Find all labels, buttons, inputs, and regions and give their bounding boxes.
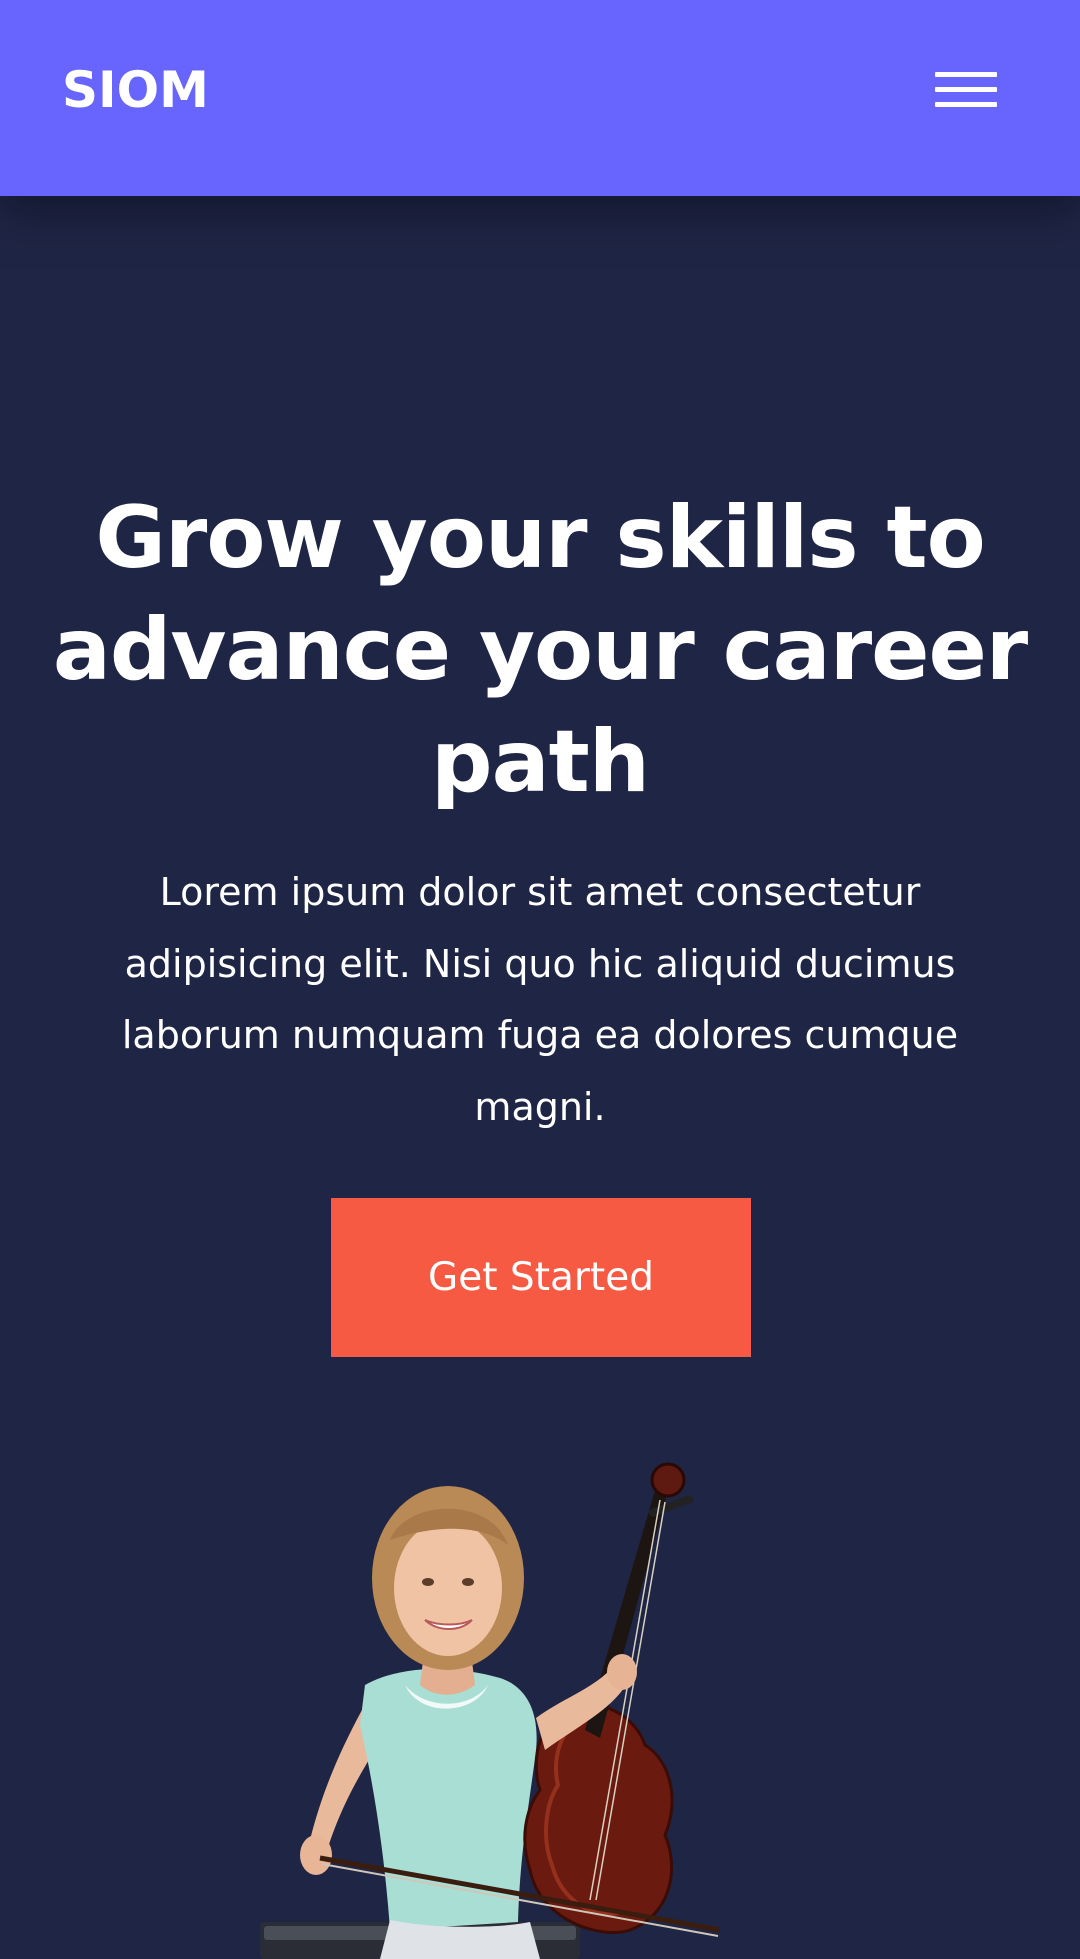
hero-description: Lorem ipsum dolor sit amet consectetur a…	[121, 870, 959, 1129]
eye-left	[422, 1578, 434, 1586]
get-started-button[interactable]: Get Started	[331, 1198, 751, 1357]
cello-scroll	[650, 1462, 686, 1498]
hamburger-menu-button[interactable]	[930, 66, 1000, 114]
hero-image-cellist	[260, 1462, 721, 1959]
face	[394, 1520, 502, 1656]
hero-title: Grow your skills to advance your career …	[52, 488, 1028, 812]
hamburger-menu-icon	[935, 72, 997, 77]
navbar: SIOM	[0, 0, 1080, 196]
hand-left	[300, 1835, 332, 1875]
eye-right	[462, 1578, 474, 1586]
site-logo[interactable]: SIOM	[62, 60, 209, 120]
hamburger-menu-icon-bar	[935, 87, 997, 92]
hand-right	[607, 1654, 637, 1690]
hamburger-menu-icon-bar	[935, 102, 997, 107]
